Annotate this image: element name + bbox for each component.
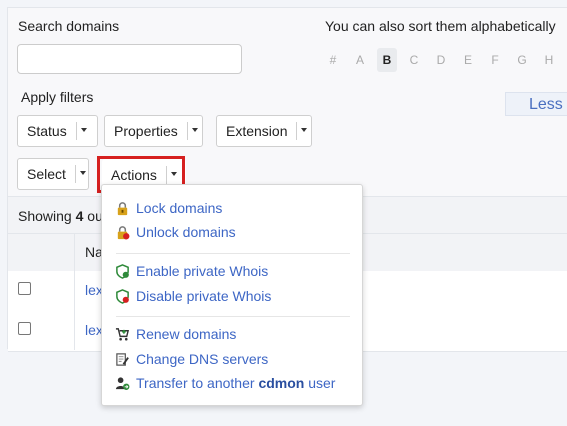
menu-item-renew-label: Renew domains xyxy=(136,326,237,342)
select-dropdown-label: Select xyxy=(27,166,66,182)
menu-item-change-dns[interactable]: Change DNS servers xyxy=(115,349,268,369)
letter-g[interactable]: G xyxy=(512,48,532,72)
letter-d[interactable]: D xyxy=(431,48,451,72)
menu-item-disable-whois-label: Disable private Whois xyxy=(136,288,272,304)
less-filters-button[interactable]: Less xyxy=(505,92,567,116)
menu-item-lock[interactable]: Lock domains xyxy=(115,198,222,218)
properties-dropdown[interactable]: Properties xyxy=(104,115,203,147)
letter-h[interactable]: H xyxy=(539,48,559,72)
menu-item-transfer[interactable]: Transfer to another cdmon user xyxy=(115,373,335,393)
apply-filters-label: Apply filters xyxy=(21,89,94,105)
caret-down-icon xyxy=(75,122,89,140)
shield-minus-icon xyxy=(116,288,129,304)
brand-name: cdmon xyxy=(258,375,305,391)
letter-a[interactable]: A xyxy=(350,48,370,72)
select-dropdown[interactable]: Select xyxy=(17,158,89,190)
actions-menu: Lock domains Unlock domains Enable priva… xyxy=(101,184,363,406)
status-dropdown[interactable]: Status xyxy=(17,115,98,147)
lock-icon xyxy=(117,201,128,215)
search-label: Search domains xyxy=(18,18,120,34)
letter-e[interactable]: E xyxy=(458,48,478,72)
column-divider xyxy=(74,234,75,350)
menu-item-change-dns-label: Change DNS servers xyxy=(136,351,269,367)
menu-separator xyxy=(116,253,350,254)
letter-c[interactable]: C xyxy=(404,48,424,72)
cart-icon xyxy=(115,327,130,340)
caret-down-icon xyxy=(74,165,88,183)
letter-f[interactable]: F xyxy=(485,48,505,72)
menu-item-transfer-label: Transfer to another xyxy=(136,375,255,391)
menu-item-enable-whois-label: Enable private Whois xyxy=(136,263,269,279)
menu-separator xyxy=(116,316,350,317)
shield-check-icon xyxy=(116,263,129,279)
summary-count: 4 xyxy=(75,208,84,224)
menu-item-lock-label: Lock domains xyxy=(136,200,223,216)
menu-item-enable-whois[interactable]: Enable private Whois xyxy=(115,261,268,281)
properties-dropdown-label: Properties xyxy=(114,123,178,139)
menu-item-transfer-suffix: user xyxy=(308,375,336,391)
menu-item-unlock-label: Unlock domains xyxy=(136,224,236,240)
edit-document-icon xyxy=(116,352,129,366)
row-checkbox[interactable] xyxy=(18,282,31,295)
extension-dropdown[interactable]: Extension xyxy=(216,115,312,147)
menu-item-unlock[interactable]: Unlock domains xyxy=(115,222,236,242)
menu-item-renew[interactable]: Renew domains xyxy=(115,324,236,344)
extension-dropdown-label: Extension xyxy=(226,123,288,139)
alphabet-filter: # A B C D E F G H xyxy=(323,48,559,72)
row-checkbox[interactable] xyxy=(18,322,31,335)
status-dropdown-label: Status xyxy=(27,123,67,139)
letter-hash[interactable]: # xyxy=(323,48,343,72)
search-input[interactable] xyxy=(17,44,242,74)
user-transfer-icon xyxy=(115,376,130,390)
caret-down-icon xyxy=(296,122,309,140)
letter-b[interactable]: B xyxy=(377,48,397,72)
caret-down-icon xyxy=(186,122,200,140)
menu-item-disable-whois[interactable]: Disable private Whois xyxy=(115,286,271,306)
unlock-icon xyxy=(117,225,130,239)
filters-area: Search domains You can also sort them al… xyxy=(8,8,567,196)
sort-label: You can also sort them alphabetically xyxy=(325,18,556,34)
summary-prefix: Showing xyxy=(18,208,72,224)
